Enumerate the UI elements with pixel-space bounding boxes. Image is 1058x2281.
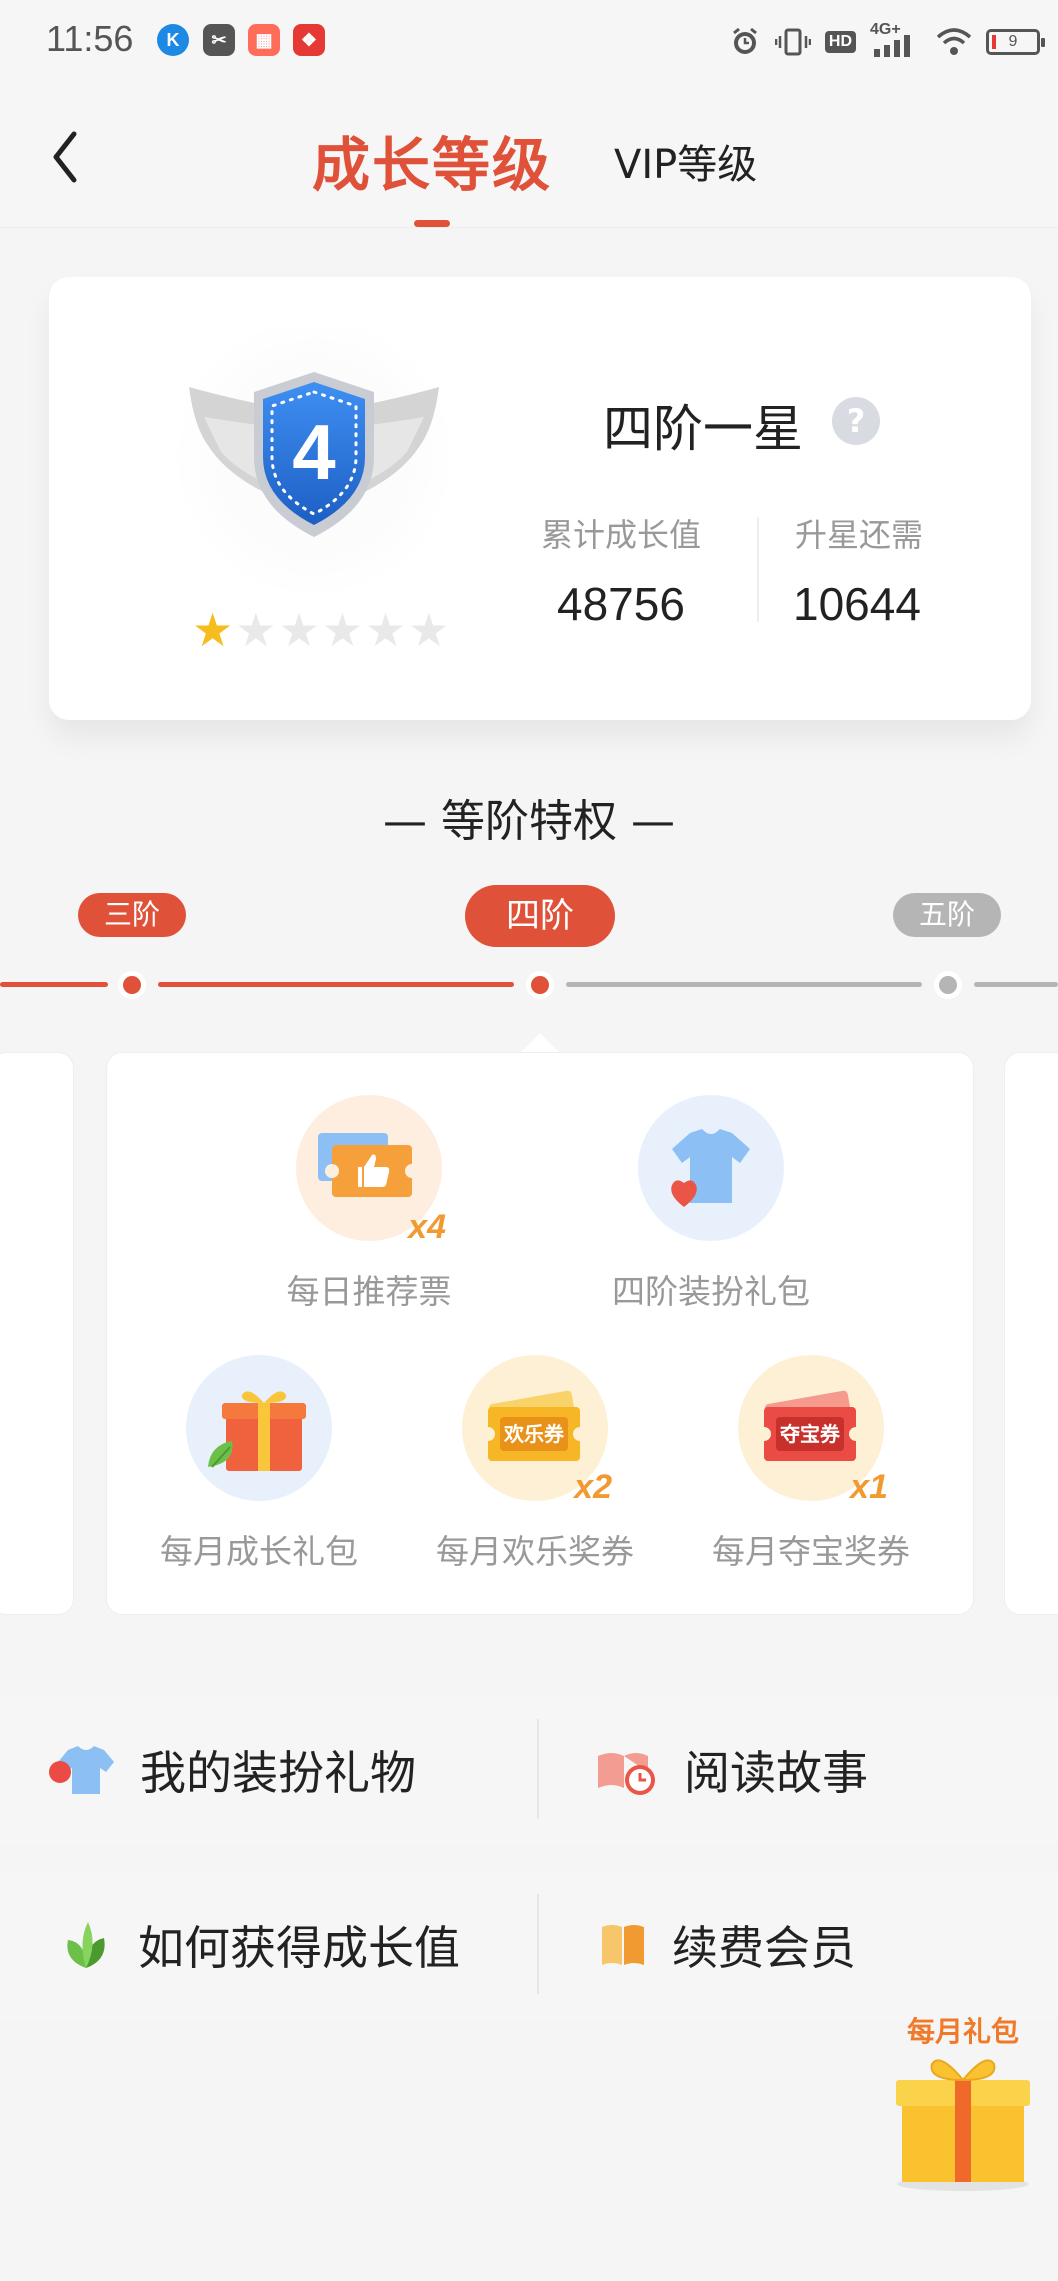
timeline-line	[158, 982, 514, 987]
upgrade-needed-value: 10644	[793, 578, 921, 630]
privilege-monthly-joy-ticket[interactable]: 欢乐券 x2 每月欢乐奖券	[410, 1355, 660, 1573]
hd-icon: HD	[824, 31, 856, 53]
menu-read-stories[interactable]: 阅读故事	[594, 1695, 868, 1845]
wifi-icon	[936, 28, 972, 55]
menu-label: 我的装扮礼物	[140, 1746, 416, 1800]
gift-box-icon	[896, 2059, 1030, 2191]
floating-gift-label: 每月礼包	[906, 2015, 1019, 2048]
menu-divider	[537, 1894, 539, 1994]
alarm-icon	[732, 27, 757, 54]
k-app-icon: K	[157, 24, 189, 56]
stat-divider	[757, 517, 759, 622]
gift-leaf-icon	[186, 1355, 332, 1501]
privilege-daily-ticket[interactable]: x4 每日推荐票	[244, 1095, 494, 1313]
total-growth-label: 累计成长值	[541, 516, 702, 554]
battery-icon: 9	[986, 29, 1045, 55]
help-icon[interactable]: ?	[832, 397, 880, 445]
leaf-icon	[67, 1922, 105, 1968]
tab-growth-level[interactable]: 成长等级	[312, 118, 552, 202]
privilege-monthly-treasure-ticket[interactable]: 夺宝券 x1 每月夺宝奖券	[686, 1355, 936, 1573]
header: 成长等级 VIP等级	[0, 82, 1058, 228]
timeline-line	[0, 982, 108, 987]
floating-monthly-gift[interactable]: 每月礼包	[888, 2010, 1038, 2191]
book-icon	[602, 1925, 644, 1965]
card-pointer	[520, 1033, 560, 1053]
timeline-dot-4	[526, 971, 554, 999]
privilege-card: x4 每日推荐票 四阶装扮礼包 每月成长礼包 欢乐券 x2 每月欢乐奖券 夺宝券…	[106, 1052, 974, 1615]
scissors-app-icon: ✂	[203, 24, 235, 56]
star-empty-icon: ★	[321, 603, 363, 657]
status-bar: 11:56 K ✂ ▦ ❖ HD 4G+ 9	[0, 0, 1058, 82]
ticket-text: 欢乐券	[503, 1422, 565, 1446]
status-time: 11:56	[46, 18, 134, 59]
privileges-title: — 等阶特权 —	[383, 796, 675, 847]
badge-number: 4	[292, 408, 335, 496]
multiplier: x1	[850, 1468, 888, 1506]
privilege-monthly-growth-gift[interactable]: 每月成长礼包	[134, 1355, 384, 1573]
signal-icon: 4G+	[870, 21, 922, 59]
ticket-icon: 欢乐券 x2	[462, 1355, 612, 1506]
tier-badge-5[interactable]: 五阶	[893, 893, 1001, 937]
menu-my-dress-gifts[interactable]: 我的装扮礼物	[46, 1695, 416, 1845]
level-name: 四阶一星	[603, 400, 803, 458]
menu-row: 如何获得成长值 续费会员	[0, 1870, 1058, 2020]
ticket-text: 夺宝券	[779, 1422, 841, 1446]
privilege-label: 每日推荐票	[286, 1272, 452, 1311]
star-rating: ★ ★ ★ ★ ★ ★	[192, 607, 450, 653]
menu-divider	[537, 1719, 539, 1819]
shirt-heart-icon	[638, 1095, 784, 1241]
prev-tier-card[interactable]	[0, 1052, 74, 1615]
privilege-label: 四阶装扮礼包	[612, 1272, 810, 1311]
tier-badge-4[interactable]: 四阶	[465, 885, 615, 947]
star-empty-icon: ★	[278, 603, 320, 657]
star-filled-icon: ★	[192, 603, 234, 657]
vibrate-icon	[774, 28, 811, 56]
shirt-icon	[49, 1746, 114, 1794]
star-empty-icon: ★	[408, 603, 450, 657]
menu-row: 我的装扮礼物 阅读故事	[0, 1695, 1058, 1845]
privilege-label: 每月欢乐奖券	[436, 1532, 634, 1571]
next-tier-card[interactable]	[1004, 1052, 1058, 1615]
total-growth-value: 48756	[557, 578, 685, 630]
timeline-line	[566, 982, 922, 987]
upgrade-needed-label: 升星还需	[795, 516, 924, 554]
timeline-line	[974, 982, 1058, 987]
ticket-thumbs-up-icon: x4	[296, 1095, 446, 1246]
privilege-dress-pack[interactable]: 四阶装扮礼包	[586, 1095, 836, 1313]
menu-label: 如何获得成长值	[138, 1921, 460, 1975]
multiplier: x2	[574, 1468, 612, 1506]
gallery-app-icon: ▦	[248, 24, 280, 56]
privilege-label: 每月成长礼包	[160, 1532, 358, 1571]
timeline-dot-3	[118, 971, 146, 999]
level-card: 4 ★ ★ ★ ★ ★ ★ 四阶一星 ? 累计成长值 48756 升星还需 10644	[49, 277, 1031, 720]
active-tab-indicator	[414, 220, 450, 227]
story-clock-icon	[598, 1753, 655, 1795]
tier-badge-3[interactable]: 三阶	[78, 893, 186, 937]
menu-renew-membership[interactable]: 续费会员	[598, 1870, 856, 2020]
gift-app-icon: ❖	[293, 24, 325, 56]
level-badge-icon: 4	[174, 327, 454, 597]
ticket-icon: 夺宝券 x1	[738, 1355, 888, 1506]
menu-label: 阅读故事	[684, 1746, 868, 1800]
menu-how-to-get-growth[interactable]: 如何获得成长值	[56, 1870, 460, 2020]
timeline-dot-5	[934, 971, 962, 999]
tab-vip-level[interactable]: VIP等级	[614, 132, 757, 190]
privilege-label: 每月夺宝奖券	[712, 1532, 910, 1571]
menu-label: 续费会员	[672, 1921, 856, 1975]
back-arrow-icon[interactable]	[44, 122, 84, 192]
star-empty-icon: ★	[365, 603, 407, 657]
star-empty-icon: ★	[235, 603, 277, 657]
multiplier: x4	[408, 1208, 446, 1246]
